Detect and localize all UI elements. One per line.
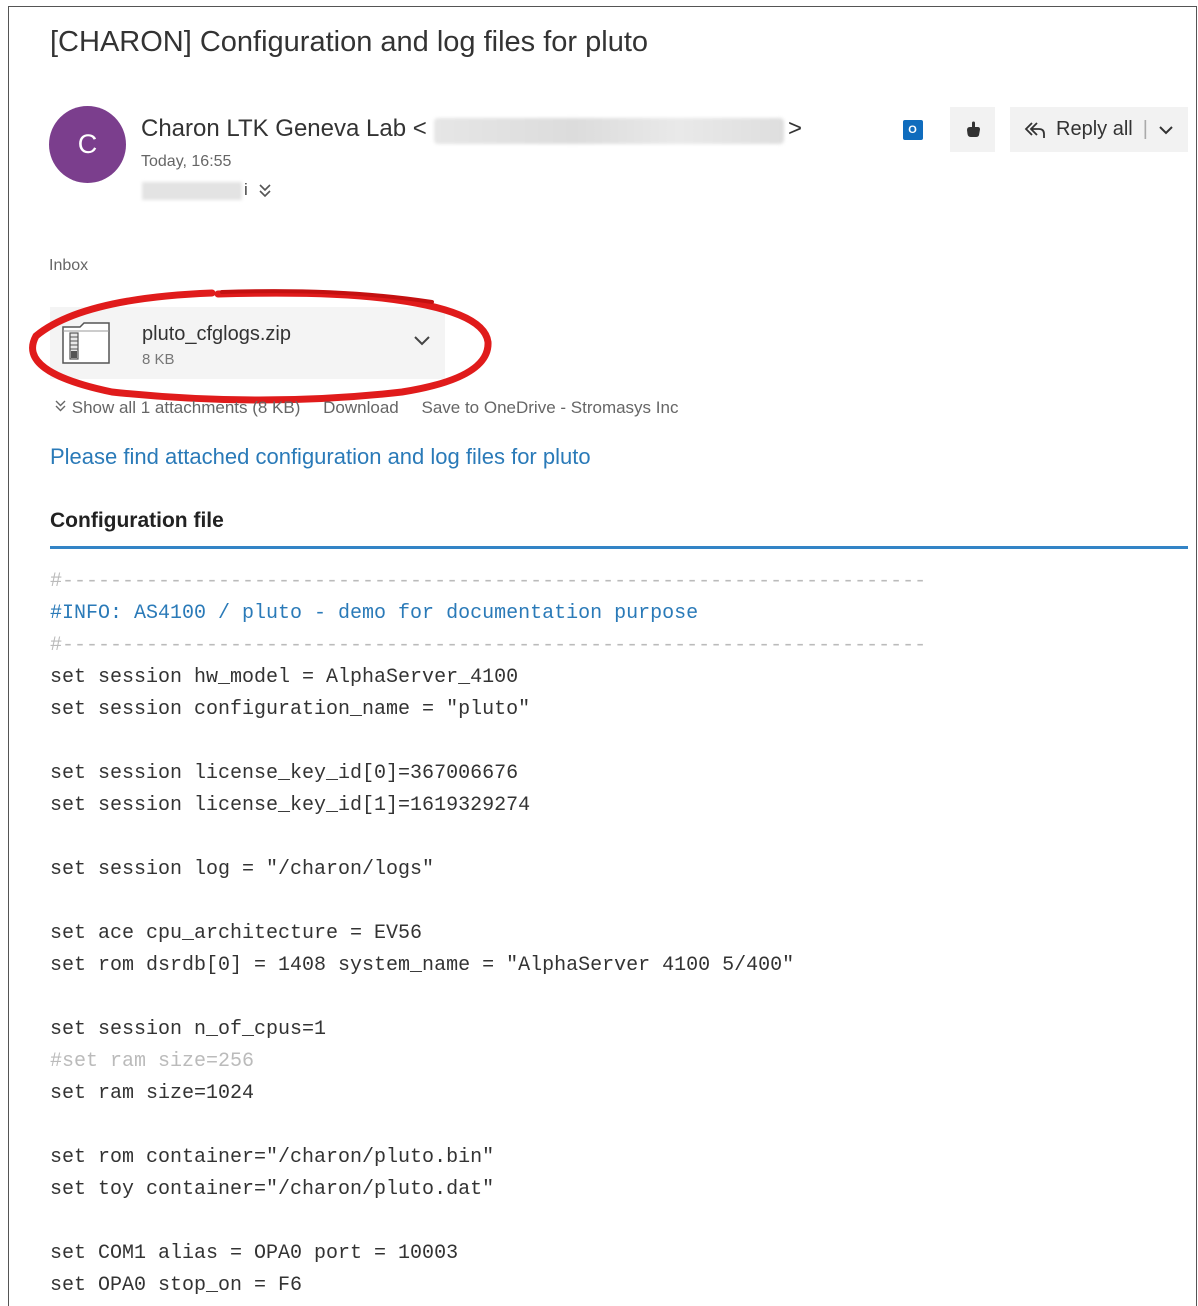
attachment-card[interactable]: pluto_cfglogs.zip 8 KB [50,307,445,379]
code-line: #set ram size=256 [50,1050,255,1073]
download-link[interactable]: Download [323,398,399,417]
save-to-onedrive-link[interactable]: Save to OneDrive - Stromasys Inc [421,398,678,417]
code-line: set session n_of_cpus=1 [50,1018,327,1041]
sender-email-close: > [788,115,803,142]
code-line: set toy container="/charon/pluto.dat" [50,1178,495,1201]
chevron-down-icon[interactable] [412,331,432,351]
outlook-logo: O [902,119,923,140]
reply-all-label: Reply all [1056,118,1133,140]
redacted-sender-email [434,118,784,144]
code-line: set OPA0 stop_on = F6 [50,1274,303,1297]
code-line: #INFO: AS4100 / pluto - demo for documen… [50,602,699,625]
code-line: set session configuration_name = "pluto" [50,698,531,721]
attachment-links: Show all 1 attachments (8 KB) Download S… [54,398,696,418]
code-line: set COM1 alias = OPA0 port = 10003 [50,1242,459,1265]
outlook-icon[interactable]: O [890,107,935,152]
email-intro-text: Please find attached configuration and l… [50,444,591,469]
zip-file-icon [62,322,110,364]
attachment-size: 8 KB [142,351,175,368]
reply-all-icon [1024,121,1045,138]
recipient-tail: i [244,180,248,199]
show-all-attachments-link[interactable]: Show all 1 attachments (8 KB) [54,398,305,417]
redacted-recipient [142,182,242,200]
toolbar-separator: | [1142,118,1148,140]
code-line: set session license_key_id[0]=367006676 [50,762,519,785]
code-line: set session log = "/charon/logs" [50,858,435,881]
code-line: set rom container="/charon/pluto.bin" [50,1146,495,1169]
configuration-code-block: #---------------------------------------… [50,566,926,1302]
code-line: #---------------------------------------… [50,634,927,657]
chevron-down-icon[interactable] [1158,124,1174,136]
attachment-name: pluto_cfglogs.zip [142,323,291,345]
reply-all-button[interactable]: Reply all | [1010,107,1188,152]
pointer-hand-button[interactable] [950,107,995,152]
code-line: set session license_key_id[1]=1619329274 [50,794,531,817]
folder-label[interactable]: Inbox [49,257,88,275]
pointer-hand-icon [966,121,980,137]
show-all-label: Show all 1 attachments (8 KB) [71,398,301,417]
expand-recipients-icon[interactable] [258,182,272,203]
code-line: set session hw_model = AlphaServer_4100 [50,666,519,689]
sender-avatar[interactable]: C [49,106,126,183]
section-divider [50,546,1188,549]
sent-time: Today, 16:55 [141,153,232,170]
section-title: Configuration file [50,509,224,532]
email-subject: [CHARON] Configuration and log files for… [50,26,649,58]
code-line: set ram size=1024 [50,1082,255,1105]
sender-name[interactable]: Charon LTK Geneva Lab < [141,115,427,143]
code-line: #---------------------------------------… [50,570,927,593]
double-chevron-down-icon [55,400,66,412]
code-line: set ace cpu_architecture = EV56 [50,922,423,945]
code-line: set rom dsrdb[0] = 1408 system_name = "A… [50,954,795,977]
